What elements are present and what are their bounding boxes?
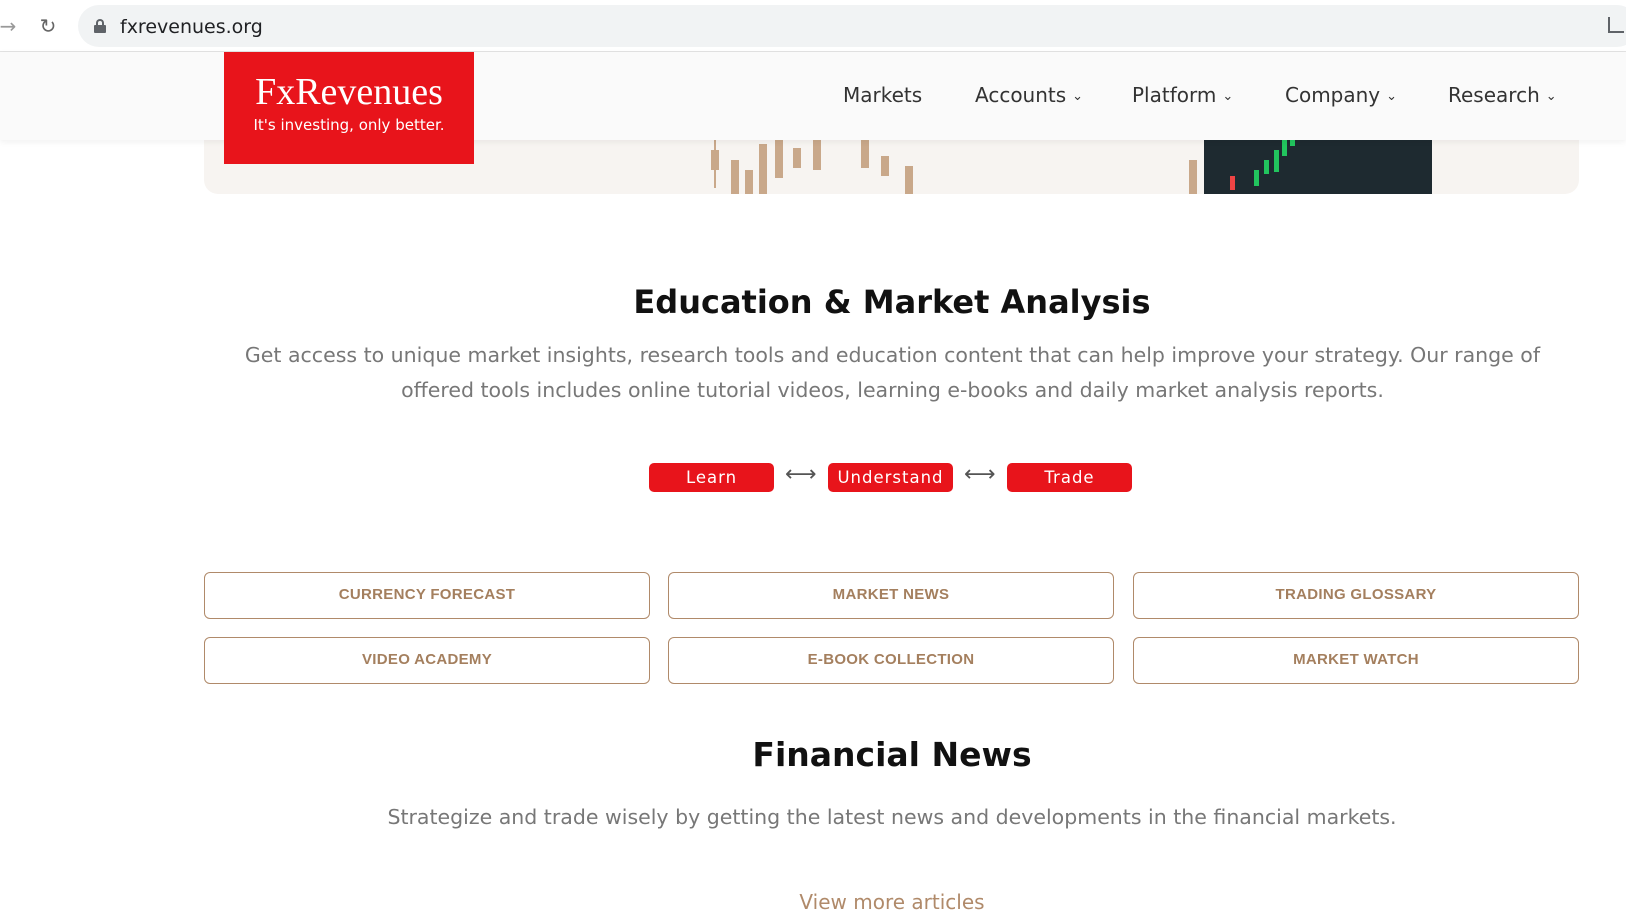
double-arrow-icon: ⟷ (964, 462, 996, 487)
chevron-down-icon: ⌄ (1386, 88, 1398, 104)
nav-label: Platform (1132, 83, 1217, 107)
reload-icon[interactable]: ↻ (36, 14, 60, 38)
nav-research[interactable]: Research ⌄ (1448, 80, 1557, 110)
address-bar[interactable]: fxrevenues.org (78, 5, 1626, 47)
video-academy-button[interactable]: VIDEO ACADEMY (204, 637, 650, 684)
chevron-down-icon: ⌄ (1222, 88, 1234, 104)
nav-company[interactable]: Company ⌄ (1285, 80, 1397, 110)
chevron-down-icon: ⌄ (1545, 88, 1557, 104)
section-title-news: Financial News (752, 735, 1032, 774)
section-description-news: Strategize and trade wisely by getting t… (387, 805, 1397, 829)
chart-icon[interactable] (1608, 17, 1624, 33)
nav-label: Markets (843, 83, 923, 107)
step-learn[interactable]: Learn (649, 463, 774, 492)
chevron-down-icon: ⌄ (1072, 88, 1084, 104)
view-more-articles-link[interactable]: View more articles (0, 890, 1626, 914)
logo[interactable]: FxRevenues It's investing, only better. (224, 52, 474, 164)
nav-platform[interactable]: Platform ⌄ (1132, 80, 1233, 110)
double-arrow-icon: ⟷ (785, 462, 817, 487)
nav-label: Research (1448, 83, 1540, 107)
nav-accounts[interactable]: Accounts ⌄ (975, 80, 1083, 110)
forward-arrow-icon[interactable]: → (0, 14, 20, 38)
currency-forecast-button[interactable]: CURRENCY FORECAST (204, 572, 650, 619)
market-watch-button[interactable]: MARKET WATCH (1133, 637, 1579, 684)
logo-brand: FxRevenues (255, 71, 443, 113)
nav-label: Accounts (975, 83, 1067, 107)
logo-tagline: It's investing, only better. (253, 116, 445, 134)
step-understand[interactable]: Understand (828, 463, 953, 492)
trading-glossary-button[interactable]: TRADING GLOSSARY (1133, 572, 1579, 619)
step-trade[interactable]: Trade (1007, 463, 1132, 492)
browser-toolbar: → ↻ fxrevenues.org (0, 0, 1626, 52)
lock-icon (94, 19, 106, 33)
section-description-education: Get access to unique market insights, re… (244, 343, 1541, 402)
site-header: FxRevenues It's investing, only better. … (0, 52, 1626, 164)
nav-label: Company (1285, 83, 1381, 107)
section-title-education: Education & Market Analysis (633, 283, 1151, 321)
ebook-collection-button[interactable]: E-BOOK COLLECTION (668, 637, 1114, 684)
url-text[interactable]: fxrevenues.org (120, 16, 263, 38)
market-news-button[interactable]: MARKET NEWS (668, 572, 1114, 619)
nav-markets[interactable]: Markets (843, 80, 922, 110)
